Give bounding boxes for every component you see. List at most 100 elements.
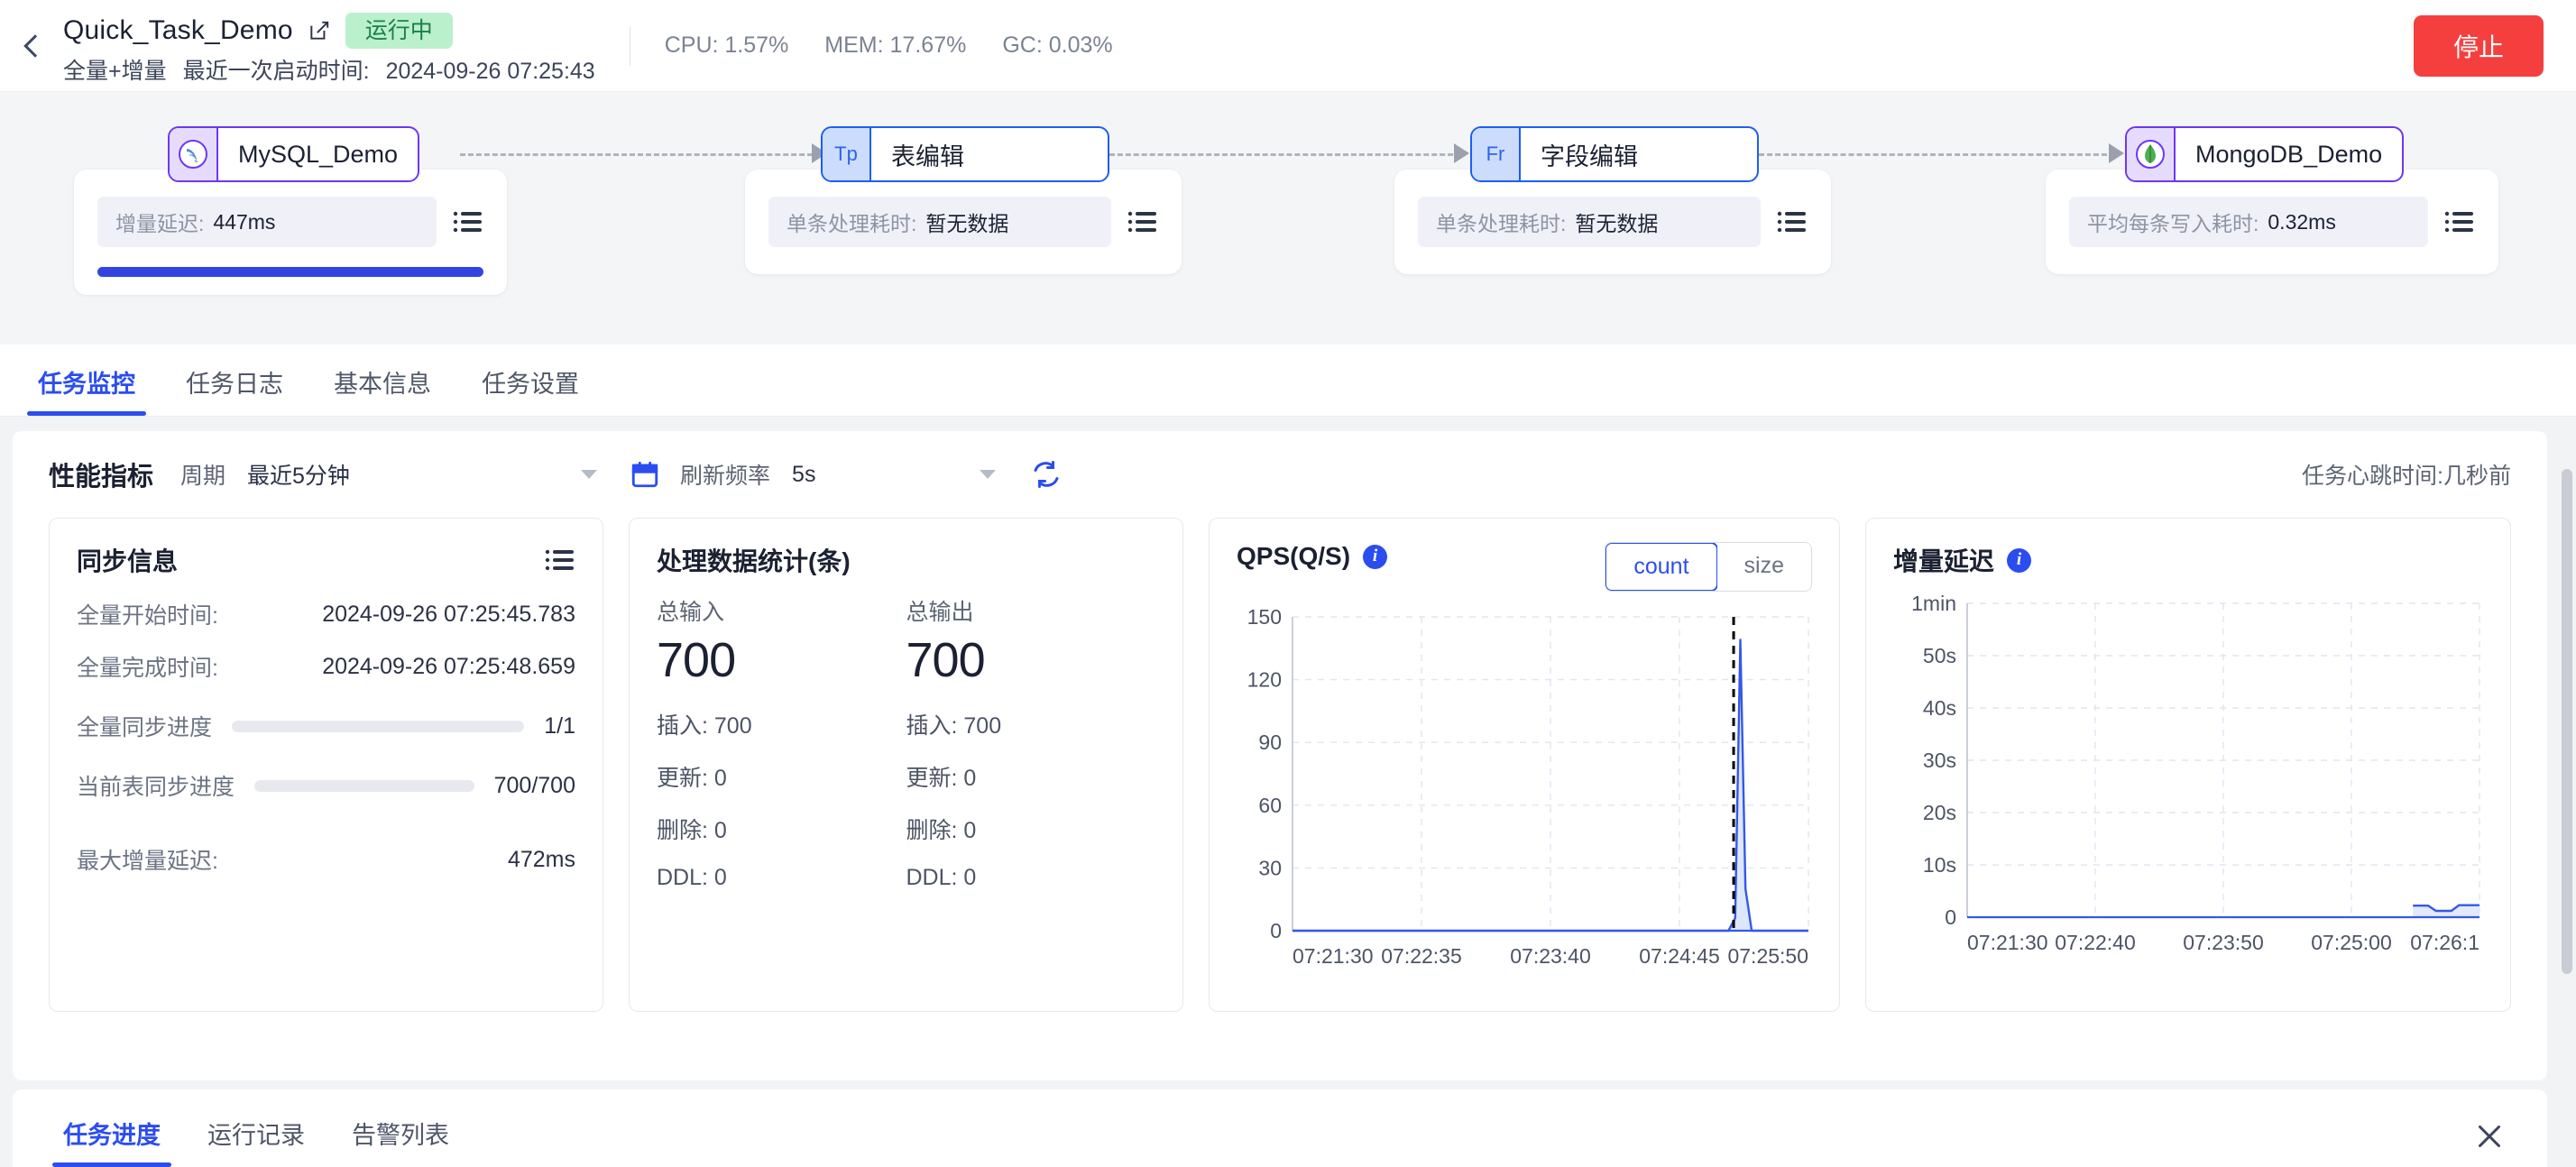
fr-badge-icon: Fr — [1472, 128, 1521, 180]
node-metric-label: 增量延迟: — [115, 207, 204, 237]
chevron-down-icon — [581, 470, 597, 479]
lag-chart-svg: 010s20s30s40s50s1min07:21:3007:22:4007:2… — [1893, 594, 2485, 964]
node-metric-value: 0.32ms — [2268, 210, 2335, 234]
qps-chart-svg: 030609012015007:21:3007:22:3507:23:4007:… — [1237, 608, 1814, 978]
chevron-left-icon — [23, 34, 46, 57]
stats-caption: 总输入 — [657, 594, 906, 627]
period-select[interactable]: 最近5分钟 — [247, 458, 597, 491]
list-icon[interactable] — [1127, 210, 1158, 234]
svg-text:0: 0 — [1945, 905, 1956, 929]
start-time-label: 最近一次启动时间: — [183, 53, 370, 86]
svg-text:10s: 10s — [1923, 853, 1956, 877]
stats-line-ddl: DDL: 0 — [906, 865, 1156, 891]
list-icon[interactable] — [545, 548, 575, 572]
node-chip[interactable]: MySQL_Demo — [168, 126, 419, 182]
node-metric-card: 平均每条写入耗时: 0.32ms — [2046, 170, 2498, 274]
back-button[interactable] — [0, 0, 63, 92]
metric-mem: MEM: 17.67% — [824, 32, 966, 59]
svg-text:07:24:45: 07:24:45 — [1639, 944, 1720, 968]
svg-text:07:23:50: 07:23:50 — [2183, 931, 2264, 954]
info-icon[interactable]: i — [1363, 545, 1387, 569]
node-chip[interactable]: Fr 字段编辑 — [1470, 126, 1759, 182]
svg-text:40s: 40s — [1923, 696, 1956, 720]
svg-text:120: 120 — [1247, 668, 1282, 692]
row-value: 472ms — [508, 847, 575, 873]
svg-text:07:25:50: 07:25:50 — [1727, 944, 1808, 968]
pipeline-node-mongodb[interactable]: MongoDB_Demo 平均每条写入耗时: 0.32ms — [2125, 126, 2404, 182]
tab-task-monitor[interactable]: 任务监控 — [13, 364, 161, 416]
stats-line-update: 更新: 0 — [657, 760, 906, 793]
node-chip[interactable]: Tp 表编辑 — [821, 126, 1109, 182]
svg-text:07:22:40: 07:22:40 — [2055, 931, 2136, 954]
info-icon[interactable]: i — [2007, 548, 2031, 573]
row-value: 2024-09-26 07:25:45.783 — [322, 602, 575, 628]
list-icon[interactable] — [1777, 210, 1808, 234]
node-metric: 单条处理耗时: 暂无数据 — [1418, 197, 1761, 247]
node-metric-label: 单条处理耗时: — [787, 207, 916, 237]
pipeline-node-table-edit[interactable]: Tp 表编辑 单条处理耗时: 暂无数据 — [821, 126, 1109, 182]
data-stats-card: 处理数据统计(条) 总输入 700 插入: 700 更新: 0 — [629, 518, 1183, 1012]
row-value: 700/700 — [494, 773, 575, 799]
row-key: 全量开始时间: — [77, 598, 218, 630]
node-metric-label: 平均每条写入耗时: — [2087, 207, 2259, 237]
pipeline-node-mysql[interactable]: MySQL_Demo 增量延迟: 447ms — [168, 126, 419, 182]
status-badge: 运行中 — [345, 13, 453, 49]
tab-task-log[interactable]: 任务日志 — [161, 364, 308, 416]
list-icon[interactable] — [2444, 210, 2475, 234]
segment-count[interactable]: count — [1605, 542, 1717, 592]
node-metric-card: 单条处理耗时: 暂无数据 — [745, 170, 1182, 274]
close-icon[interactable] — [2473, 1120, 2506, 1153]
performance-title: 性能指标 — [49, 455, 153, 493]
edit-square-icon[interactable] — [308, 19, 331, 42]
calendar-icon[interactable] — [630, 459, 660, 490]
sync-info-card: 同步信息 全量开始时间: 2024-09-26 07:25:45.783 全量完 — [49, 518, 603, 1012]
svg-text:30: 30 — [1258, 856, 1282, 879]
stats-line-update: 更新: 0 — [906, 760, 1156, 793]
drawer-tab-alerts[interactable]: 告警列表 — [328, 1116, 473, 1167]
stats-column-input: 总输入 700 插入: 700 更新: 0 删除: 0 — [657, 594, 906, 891]
refresh-rate-select[interactable]: 5s — [792, 462, 996, 488]
qps-title-wrap: QPS(Q/S) i — [1237, 542, 1387, 571]
svg-text:07:21:30: 07:21:30 — [1967, 931, 2048, 954]
stats-card-title: 处理数据统计(条) — [657, 542, 1155, 578]
node-chip[interactable]: MongoDB_Demo — [2125, 126, 2404, 182]
pipeline-canvas: MySQL_Demo 增量延迟: 447ms — [0, 92, 2576, 345]
vertical-scrollbar[interactable] — [2562, 469, 2572, 974]
stats-line-ddl: DDL: 0 — [657, 865, 906, 891]
refresh-rate-value: 5s — [792, 462, 815, 488]
stop-button[interactable]: 停止 — [2414, 15, 2544, 77]
segment-size[interactable]: size — [1717, 543, 1811, 591]
svg-text:50s: 50s — [1923, 644, 1956, 667]
qps-unit-toggle[interactable]: count size — [1605, 542, 1812, 592]
period-value: 最近5分钟 — [247, 458, 350, 491]
performance-toolbar: 性能指标 周期 最近5分钟 刷新频率 5s — [13, 431, 2547, 518]
tab-task-settings[interactable]: 任务设置 — [456, 364, 604, 416]
page-header: Quick_Task_Demo 运行中 全量+增量 最近一次启动时间: 2024… — [0, 0, 2576, 92]
refresh-icon[interactable] — [1030, 458, 1063, 491]
list-icon[interactable] — [453, 210, 483, 234]
node-metric: 单条处理耗时: 暂无数据 — [768, 197, 1111, 247]
task-monitor-page: Quick_Task_Demo 运行中 全量+增量 最近一次启动时间: 2024… — [0, 0, 2576, 1167]
sync-row-full-start: 全量开始时间: 2024-09-26 07:25:45.783 — [77, 598, 575, 630]
stats-line-insert: 插入: 700 — [906, 708, 1156, 740]
row-key: 全量同步进度 — [77, 710, 212, 742]
drawer-tab-progress[interactable]: 任务进度 — [40, 1116, 184, 1167]
main-tab-bar: 任务监控 任务日志 基本信息 任务设置 — [0, 345, 2576, 417]
lag-card-header: 增量延迟 i — [1893, 542, 2483, 578]
row-key: 最大增量延迟: — [77, 843, 218, 876]
svg-text:07:26:1: 07:26:1 — [2410, 931, 2479, 954]
svg-text:0: 0 — [1270, 919, 1282, 942]
drawer-tab-run-records[interactable]: 运行记录 — [184, 1116, 328, 1167]
pipeline-node-field-edit[interactable]: Fr 字段编辑 单条处理耗时: 暂无数据 — [1470, 126, 1759, 182]
qps-card-title: QPS(Q/S) — [1237, 542, 1350, 571]
tab-basic-info[interactable]: 基本信息 — [308, 364, 456, 416]
node-metric-row: 单条处理耗时: 暂无数据 — [1418, 197, 1808, 247]
sync-progress-table: 当前表同步进度 700/700 — [77, 769, 575, 802]
lag-card-title: 增量延迟 — [1893, 542, 1994, 578]
connector-3 — [1759, 153, 2115, 156]
sync-row-full-finish: 全量完成时间: 2024-09-26 07:25:48.659 — [77, 650, 575, 683]
lag-chart-card: 增量延迟 i 010s20s30s40s50s1min07:21:3007:22… — [1865, 518, 2511, 1012]
node-metric-value: 暂无数据 — [1575, 207, 1658, 237]
heartbeat-text: 任务心跳时间:几秒前 — [2302, 458, 2511, 491]
svg-text:30s: 30s — [1923, 749, 1956, 772]
